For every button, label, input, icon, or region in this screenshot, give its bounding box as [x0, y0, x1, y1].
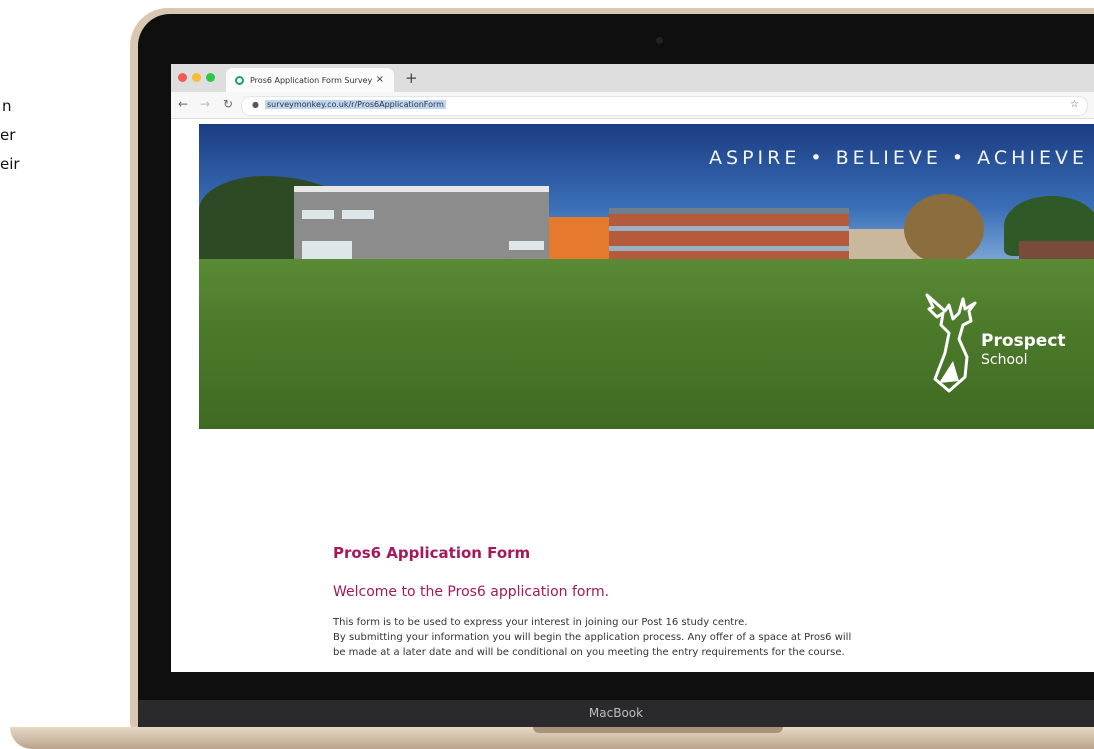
banner-red-building: [609, 208, 849, 263]
camera-icon: [656, 37, 663, 44]
school-motto: ASPIRE • BELIEVE • ACHIEVE: [709, 147, 1088, 169]
side-text-line: eir: [0, 155, 20, 173]
url-text[interactable]: surveymonkey.co.uk/r/Pros6ApplicationFor…: [265, 100, 446, 109]
back-arrow-icon[interactable]: ←: [178, 97, 188, 111]
school-banner-image: ASPIRE • BELIEVE • ACHIEVE Prospect Scho…: [199, 124, 1094, 429]
form-description: This form is to be used to express your …: [333, 615, 851, 660]
laptop-screen: Pros6 Application Form Survey × + ← → ↻ …: [171, 64, 1094, 672]
browser-tabbar: Pros6 Application Form Survey × +: [171, 64, 1094, 92]
form-title: Pros6 Application Form: [333, 544, 531, 562]
reload-icon[interactable]: ↻: [223, 97, 233, 111]
side-text-line: er: [0, 126, 16, 144]
browser-toolbar: ← → ↻ ● surveymonkey.co.uk/r/Pros6Applic…: [171, 92, 1094, 119]
bookmark-star-icon[interactable]: ☆: [1070, 99, 1079, 110]
maximize-window-button[interactable]: [206, 73, 215, 82]
surveymonkey-favicon-icon: [235, 76, 244, 85]
laptop-chin: MacBook: [138, 700, 1094, 728]
form-description-line: This form is to be used to express your …: [333, 617, 748, 628]
logo-subtitle: School: [981, 352, 1028, 368]
stag-logo-icon: [925, 293, 977, 393]
tab-title: Pros6 Application Form Survey: [250, 76, 373, 85]
address-bar[interactable]: ● surveymonkey.co.uk/r/Pros6ApplicationF…: [241, 96, 1088, 116]
laptop-hinge-notch: [533, 727, 783, 733]
prospect-school-logo: Prospect School: [919, 291, 1089, 401]
tab-close-icon[interactable]: ×: [376, 74, 384, 85]
logo-name: Prospect: [981, 331, 1066, 351]
form-welcome-heading: Welcome to the Pros6 application form.: [333, 584, 610, 600]
lock-icon: ●: [252, 100, 259, 109]
form-description-line: By submitting your information you will …: [333, 632, 852, 643]
cropped-page-text: n er eir: [0, 92, 20, 179]
form-description-line: be made at a later date and will be cond…: [333, 647, 845, 658]
forward-arrow-icon[interactable]: →: [200, 97, 210, 111]
browser-tab[interactable]: Pros6 Application Form Survey ×: [226, 68, 394, 92]
banner-autumn-tree: [904, 194, 984, 264]
minimize-window-button[interactable]: [192, 73, 201, 82]
device-label: MacBook: [588, 706, 644, 720]
application-form-intro: Pros6 Application Form Welcome to the Pr…: [333, 544, 1033, 658]
new-tab-button[interactable]: +: [405, 69, 418, 87]
banner-grey-building: [294, 186, 549, 264]
side-text-line: n: [2, 97, 12, 115]
close-window-button[interactable]: [178, 73, 187, 82]
